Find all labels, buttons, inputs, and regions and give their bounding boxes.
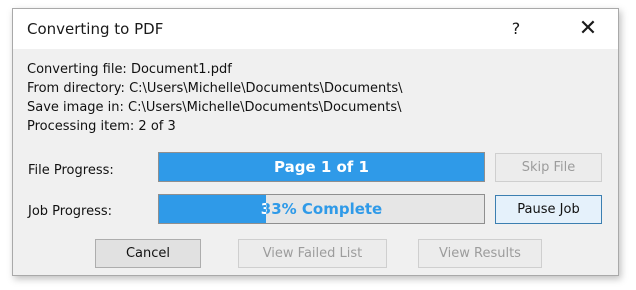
converting-dialog: Converting to PDF ? ✕ Converting file: D… [12,8,619,276]
title-bar: Converting to PDF ? ✕ [13,9,618,49]
skip-file-button[interactable]: Skip File [495,153,602,182]
file-progress-bar: Page 1 of 1 [158,152,485,182]
job-progress-label: Job Progress: [28,204,113,219]
from-directory-text: From directory: C:\Users\Michelle\Docume… [27,81,403,96]
view-results-button[interactable]: View Results [418,239,542,268]
cancel-button[interactable]: Cancel [95,239,201,268]
file-progress-label: File Progress: [28,163,114,178]
view-failed-list-button[interactable]: View Failed List [238,239,387,268]
job-progress-bar: 33% Complete 33% Complete [158,194,485,224]
save-image-text: Save image in: C:\Users\Michelle\Documen… [27,100,402,115]
close-icon[interactable]: ✕ [565,9,611,47]
converting-file-text: Converting file: Document1.pdf [27,62,232,77]
help-icon[interactable]: ? [493,9,539,47]
processing-item-text: Processing item: 2 of 3 [27,119,176,134]
conversion-info: Converting file: Document1.pdf From dire… [27,60,403,136]
pause-job-button[interactable]: Pause Job [495,195,602,224]
file-progress-text: Page 1 of 1 [274,158,369,176]
dialog-title: Converting to PDF [27,20,164,38]
